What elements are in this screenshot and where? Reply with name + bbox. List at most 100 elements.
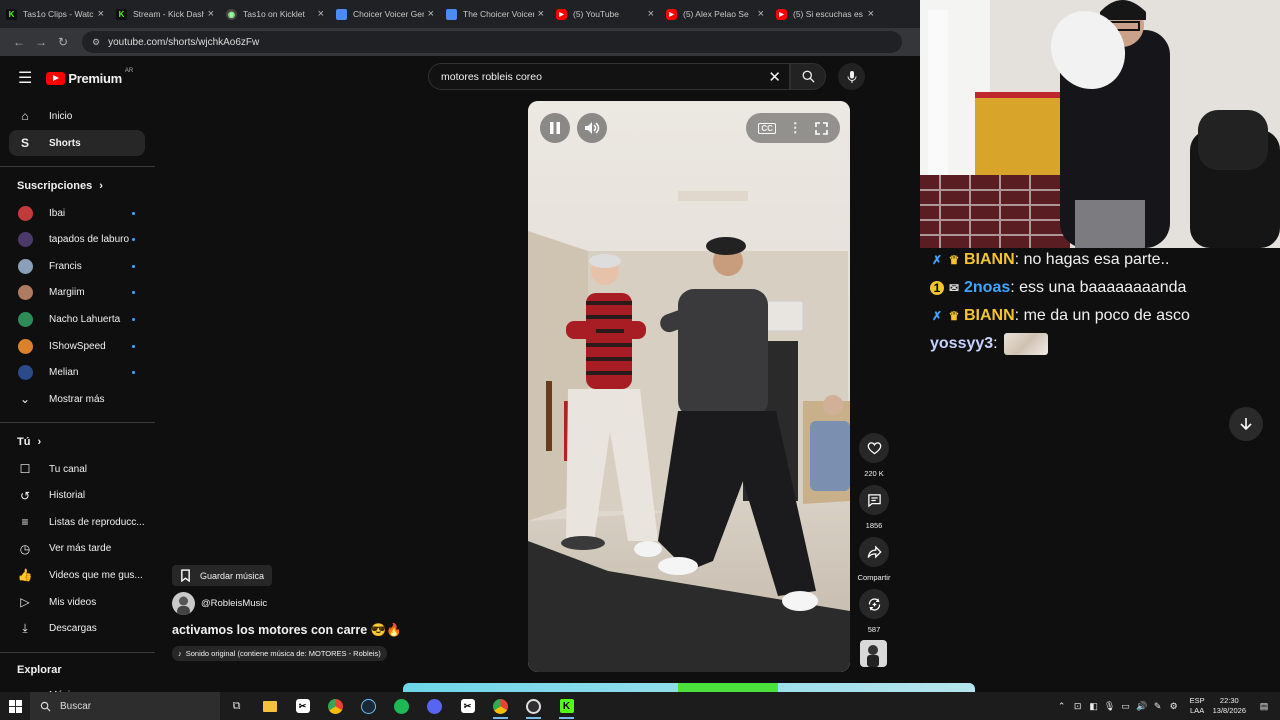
sword-badge-icon: ✗ xyxy=(931,253,943,267)
menu-icon[interactable]: ☰ xyxy=(18,68,32,88)
like-action[interactable]: 220 K xyxy=(856,433,892,478)
explore-header[interactable]: Explorar xyxy=(17,664,62,676)
sidebar-item-subscription[interactable]: Francis xyxy=(9,253,145,279)
channel-avatar[interactable] xyxy=(172,592,195,615)
sidebar-item-explore[interactable]: ♪Música xyxy=(9,682,145,692)
remix-button[interactable] xyxy=(859,589,889,619)
close-tab-icon[interactable]: × xyxy=(868,8,874,20)
sidebar-item-subscription[interactable]: Margiim xyxy=(9,280,145,306)
save-music-button[interactable]: Guardar música xyxy=(172,565,273,586)
clear-search-icon[interactable]: ✕ xyxy=(768,68,781,86)
channel-info[interactable]: @RobleisMusic xyxy=(172,592,267,615)
sidebar-divider xyxy=(0,652,155,653)
sidebar-item-subscription[interactable]: Nacho Lahuerta xyxy=(9,306,145,332)
tray-app-icon[interactable]: ◧ xyxy=(1086,701,1102,712)
comment-button[interactable] xyxy=(859,485,889,515)
browser-tab[interactable]: ▶ (5) YouTube × xyxy=(550,0,660,28)
sidebar-item-label: Melian xyxy=(49,367,79,379)
browser-tab[interactable]: Choicer Voicer Gen × xyxy=(330,0,440,28)
show-more-button[interactable]: ⌄ Mostrar más xyxy=(9,386,145,412)
taskbar-app-obs[interactable] xyxy=(517,692,550,720)
fullscreen-icon[interactable] xyxy=(814,121,828,135)
close-tab-icon[interactable]: × xyxy=(318,8,324,20)
scroll-to-bottom-button[interactable] xyxy=(1229,407,1263,441)
pen-icon[interactable]: ✎ xyxy=(1150,701,1166,712)
comment-action[interactable]: 1856 xyxy=(856,485,892,530)
captions-icon[interactable]: CC xyxy=(758,122,776,134)
taskbar-app-discord[interactable] xyxy=(418,692,451,720)
network-icon[interactable]: ▭ xyxy=(1118,701,1134,712)
taskbar-app-capcut[interactable]: ✂ xyxy=(286,692,319,720)
browser-tab[interactable]: ◉ Tas1o on Kicklet × xyxy=(220,0,330,28)
close-tab-icon[interactable]: × xyxy=(98,8,104,20)
close-tab-icon[interactable]: × xyxy=(758,8,764,20)
site-info-icon[interactable]: ⚙ xyxy=(92,37,100,48)
taskbar-app-explorer[interactable] xyxy=(253,692,286,720)
microphone-icon[interactable]: 🎙 xyxy=(1102,701,1118,712)
volume-icon[interactable]: 🔊 xyxy=(1134,701,1150,712)
back-icon[interactable]: ← xyxy=(8,35,30,49)
sidebar-item-you[interactable]: ⤓ Descargas xyxy=(9,616,145,642)
close-tab-icon[interactable]: × xyxy=(428,8,434,20)
search-input[interactable]: motores robleis coreo ✕ xyxy=(428,63,790,90)
sidebar-item-subscription[interactable]: Melian xyxy=(9,360,145,386)
pause-button[interactable] xyxy=(540,113,570,143)
url-input[interactable]: ⚙ youtube.com/shorts/wjchkAo6zFw xyxy=(82,31,902,53)
voice-search-button[interactable] xyxy=(838,63,865,90)
taskbar-app-chrome-2[interactable] xyxy=(484,692,517,720)
subscriptions-header[interactable]: Suscripciones › xyxy=(17,180,103,192)
sound-pill[interactable]: ♪ Sonido original (contiene música de: M… xyxy=(172,646,387,661)
sidebar-item-subscription[interactable]: IShowSpeed xyxy=(9,333,145,359)
chrome-icon xyxy=(493,698,508,714)
taskbar-app-chrome[interactable] xyxy=(319,692,352,720)
notifications-icon[interactable]: ▤ xyxy=(1256,701,1272,712)
search-button[interactable] xyxy=(790,63,826,90)
taskbar-app-kick[interactable]: K xyxy=(550,692,583,720)
you-header[interactable]: Tú › xyxy=(17,436,41,448)
close-tab-icon[interactable]: × xyxy=(208,8,214,20)
tray-app-icon[interactable]: ⚙ xyxy=(1166,701,1182,712)
taskbar-app-steam[interactable] xyxy=(352,692,385,720)
browser-tab-title: (5) YouTube xyxy=(573,9,619,19)
sound-thumbnail[interactable] xyxy=(860,640,887,667)
browser-tab[interactable]: ▶ (5) Si escuchas es × xyxy=(770,0,880,28)
start-button[interactable] xyxy=(0,692,30,720)
sidebar-item-subscription[interactable]: tapados de laburo xyxy=(9,227,145,253)
forward-icon[interactable]: → xyxy=(30,35,52,49)
browser-tab[interactable]: K Tas1o Clips - Watc × xyxy=(0,0,110,28)
search-icon xyxy=(40,701,51,711)
browser-tab[interactable]: K Stream - Kick Dash × xyxy=(110,0,220,28)
remix-action[interactable]: 587 xyxy=(856,589,892,634)
sidebar-item-you[interactable]: ◷ Ver más tarde xyxy=(9,536,145,562)
taskbar-search[interactable]: Buscar xyxy=(30,692,220,720)
taskbar-app-spotify[interactable] xyxy=(385,692,418,720)
chevron-up-icon[interactable]: ⌃ xyxy=(1054,701,1070,712)
volume-button[interactable] xyxy=(577,113,607,143)
browser-tab[interactable]: The Choicer Voicer × xyxy=(440,0,550,28)
browser-tab[interactable]: ▶ (5) Alex Pelao Se × xyxy=(660,0,770,28)
more-options-icon[interactable]: ⋮ xyxy=(789,120,802,136)
share-action[interactable]: Compartir xyxy=(856,537,892,582)
sidebar-item-subscription[interactable]: Ibai xyxy=(9,200,145,226)
sidebar-item-inicio[interactable]: ⌂ Inicio xyxy=(9,103,145,129)
language-indicator[interactable]: ESP LAA xyxy=(1190,696,1205,716)
clock[interactable]: 22:30 13/8/2026 xyxy=(1213,696,1246,716)
shorts-video-player[interactable]: CC ⋮ xyxy=(528,101,850,672)
sidebar-item-you[interactable]: ▷ Mis videos xyxy=(9,589,145,615)
sidebar-item-shorts[interactable]: S Shorts xyxy=(9,130,145,156)
reload-icon[interactable]: ↻ xyxy=(52,35,74,49)
close-tab-icon[interactable]: × xyxy=(648,8,654,20)
tray-app-icon[interactable]: ⊡ xyxy=(1070,701,1086,712)
close-tab-icon[interactable]: × xyxy=(538,8,544,20)
taskbar-app-capcut-2[interactable]: ✂ xyxy=(451,692,484,720)
sidebar-item-you[interactable]: 👍 Videos que me gus... xyxy=(9,562,145,588)
sidebar-item-you[interactable]: ☐ Tu canal xyxy=(9,456,145,482)
share-button[interactable] xyxy=(859,537,889,567)
youtube-logo[interactable]: ☰ Premium AR xyxy=(18,68,133,88)
task-view-button[interactable]: ⧉ xyxy=(220,692,253,720)
sidebar-item-you[interactable]: ↺ Historial xyxy=(9,483,145,509)
like-button[interactable] xyxy=(859,433,889,463)
sidebar-item-you[interactable]: ≡ Listas de reproducc... xyxy=(9,509,145,535)
sidebar-item-label: Francis xyxy=(49,260,82,272)
channel-name[interactable]: @RobleisMusic xyxy=(201,598,267,609)
